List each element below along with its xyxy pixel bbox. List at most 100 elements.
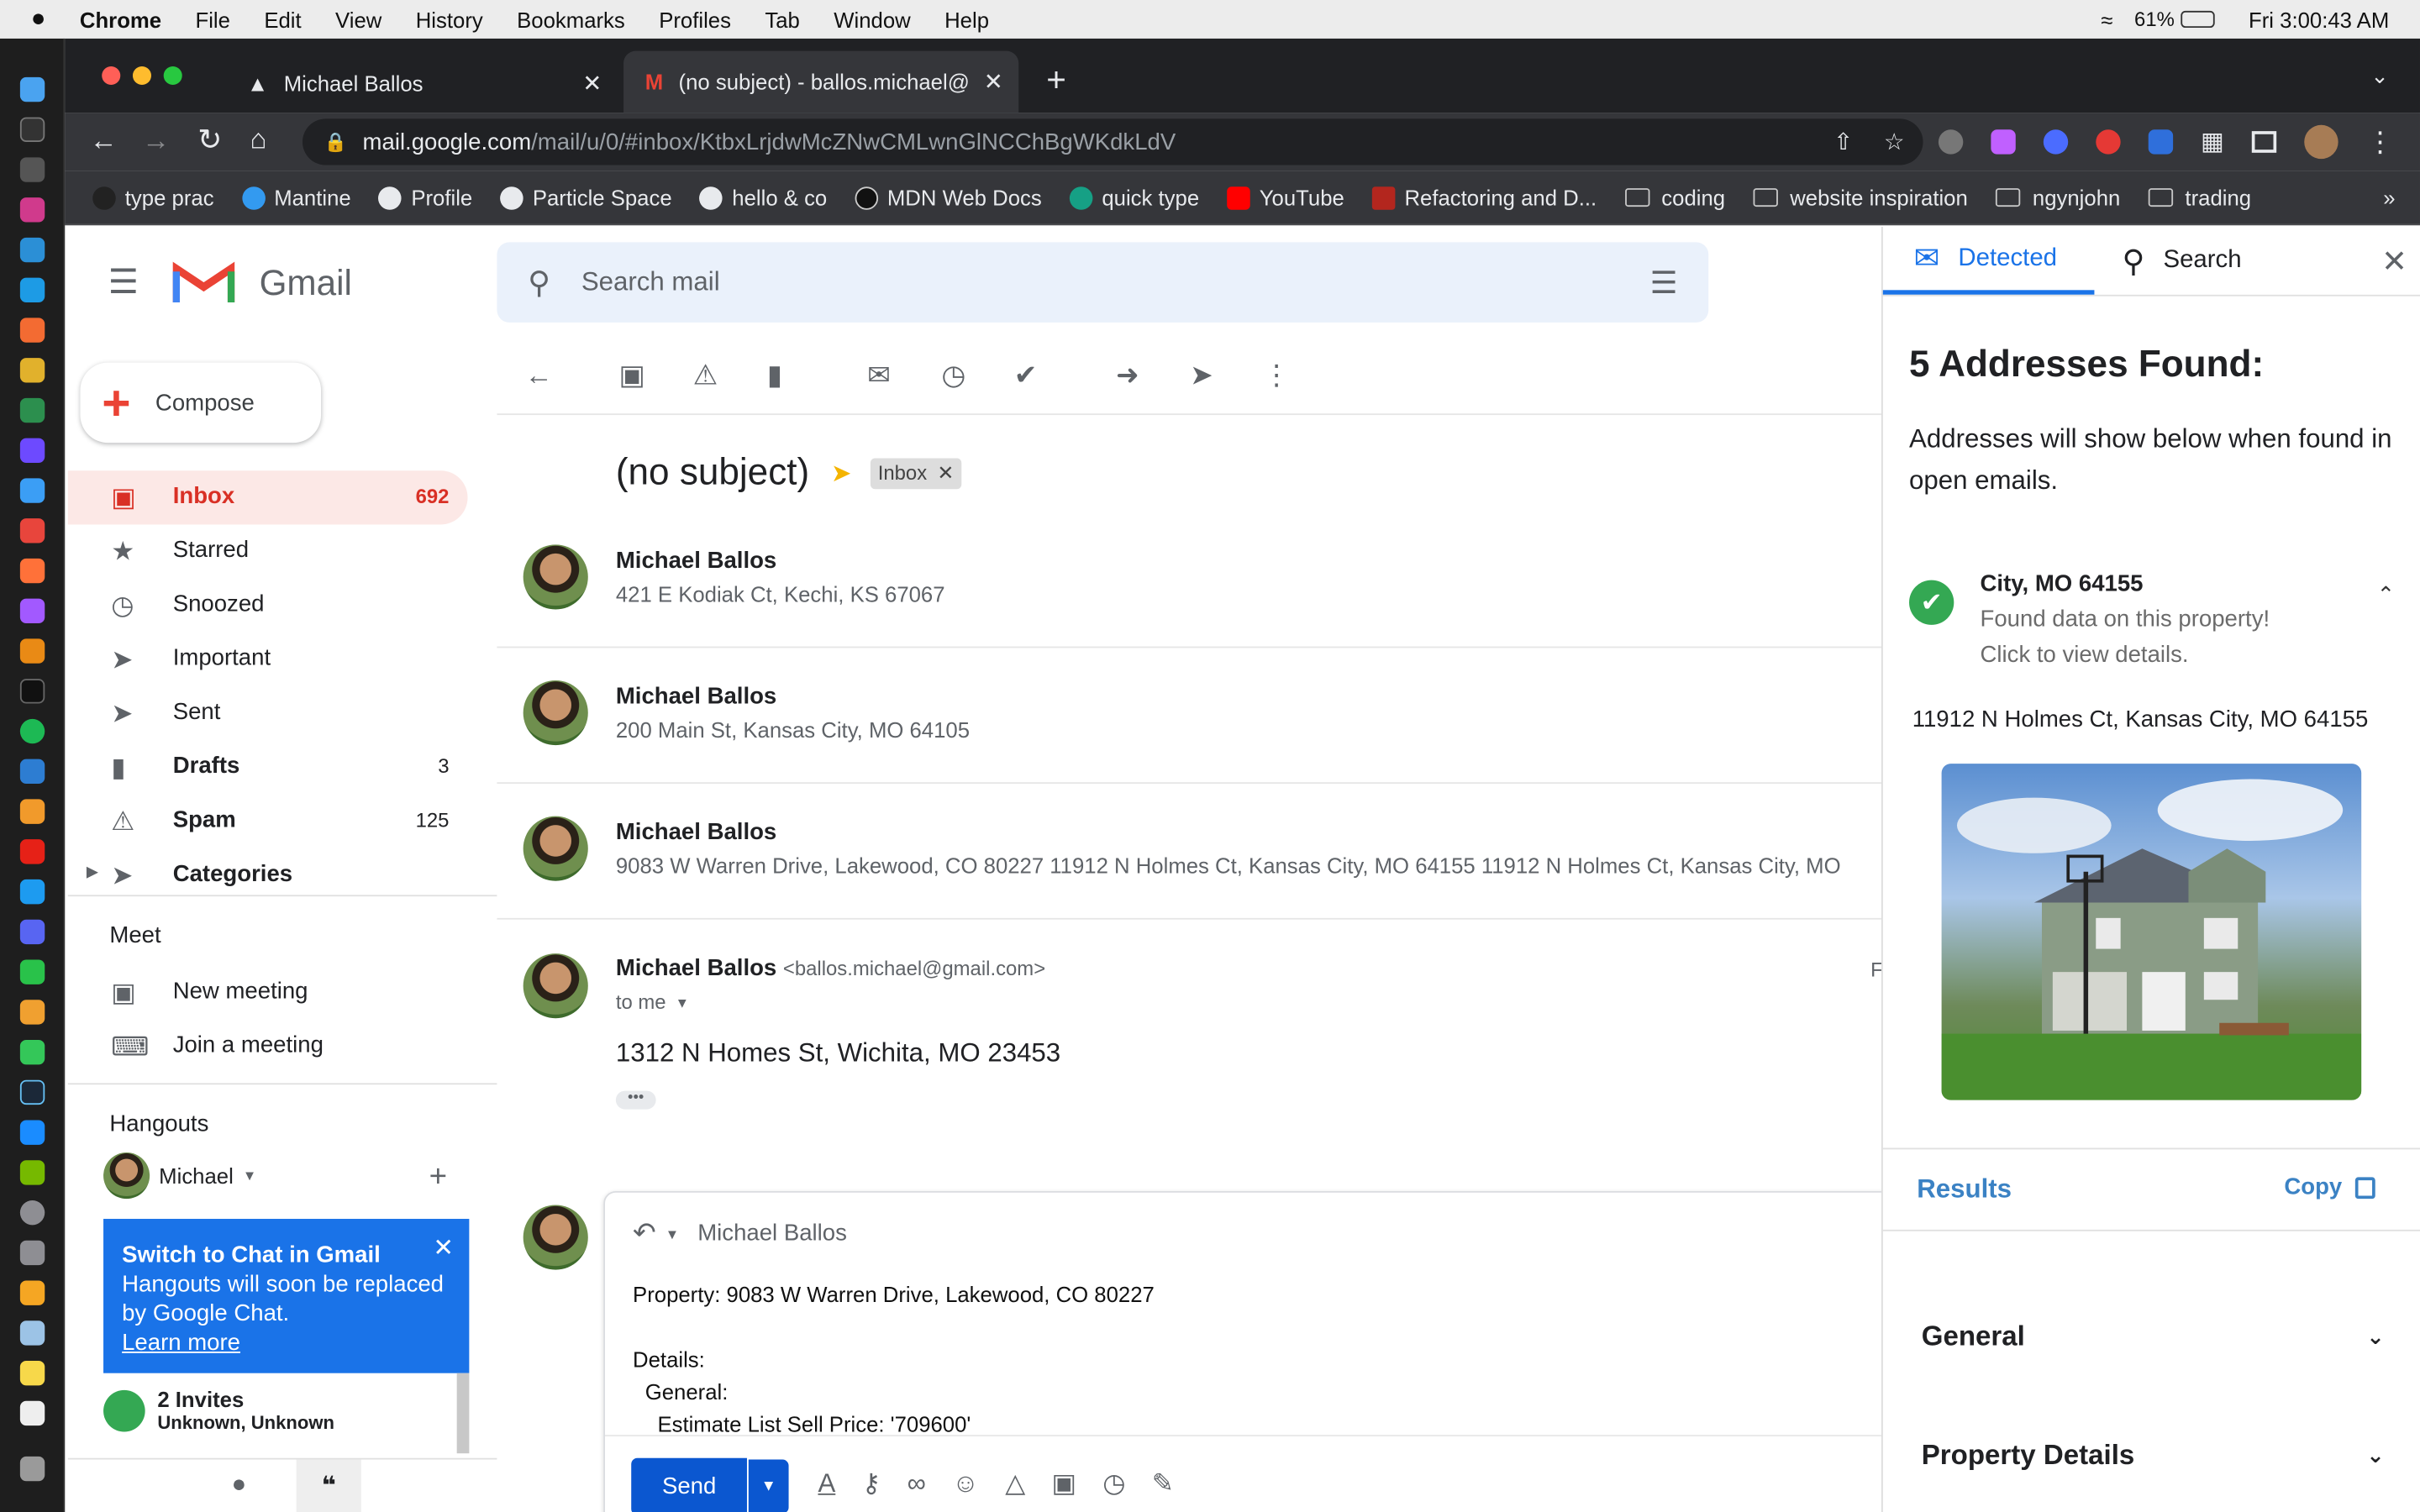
- bookmark-hello-co[interactable]: hello & co: [699, 185, 827, 210]
- attach-icon[interactable]: ⚷: [862, 1469, 881, 1500]
- chrome-icon[interactable]: [18, 518, 45, 543]
- more-options-icon[interactable]: ⋮: [1262, 360, 1290, 392]
- maps-icon[interactable]: [18, 397, 45, 423]
- bookmarks-overflow-icon[interactable]: »: [2383, 185, 2395, 209]
- address-card[interactable]: ✔ City, MO 64155 Found data on this prop…: [1883, 551, 2420, 690]
- gmail-logo-icon[interactable]: [171, 260, 236, 306]
- move-to-icon[interactable]: ➜: [1116, 360, 1139, 392]
- extension-layers-icon[interactable]: [2148, 129, 2174, 155]
- reply-recipient[interactable]: Michael Ballos: [697, 1221, 847, 1247]
- steam-icon[interactable]: [18, 1079, 45, 1105]
- search-icon[interactable]: ⚲: [528, 263, 550, 302]
- tab-close-icon[interactable]: ✕: [582, 70, 602, 97]
- address-bar[interactable]: 🔒 mail.google.com /mail/u/0/#inbox/KtbxL…: [302, 118, 1923, 165]
- search-bar[interactable]: ⚲ Search mail ☰: [497, 242, 1709, 323]
- youtube-icon[interactable]: [18, 839, 45, 864]
- tab-close-icon[interactable]: ✕: [984, 68, 1003, 96]
- reply-type-caret-icon[interactable]: ▼: [666, 1226, 679, 1241]
- invites-row[interactable]: 2 Invites Unknown, Unknown: [103, 1383, 457, 1438]
- tab-search-chevron-icon[interactable]: ⌄: [2370, 63, 2389, 89]
- photo-icon[interactable]: ▣: [1051, 1469, 1076, 1500]
- intellij-icon[interactable]: [18, 197, 45, 223]
- emoji-icon[interactable]: ☺: [952, 1469, 979, 1500]
- section-property-details[interactable]: Property Details ⌄: [1922, 1435, 2385, 1475]
- remove-label-icon[interactable]: ✕: [937, 461, 954, 485]
- messages-icon[interactable]: [18, 1039, 45, 1065]
- bookmark-star-icon[interactable]: ☆: [1884, 128, 1905, 155]
- help-icon[interactable]: [18, 157, 45, 182]
- slack-icon[interactable]: [18, 358, 45, 383]
- snooze-icon[interactable]: ◷: [941, 360, 965, 392]
- section-general[interactable]: General ⌄: [1922, 1316, 2385, 1357]
- nav-important[interactable]: ➤ Important: [68, 633, 468, 686]
- menubar-clock[interactable]: Fri 3:00:43 AM: [2249, 7, 2389, 31]
- message-collapsed[interactable]: Michael Ballos 200 Main St, Kansas City,…: [497, 648, 1883, 785]
- reply-icon[interactable]: ↶: [633, 1217, 656, 1250]
- share-icon[interactable]: ⇧: [1833, 128, 1853, 155]
- show-trimmed-icon[interactable]: •••: [615, 1090, 656, 1110]
- send-button[interactable]: Send: [631, 1457, 748, 1512]
- send-options-caret-icon[interactable]: ▼: [748, 1458, 789, 1512]
- postman-icon[interactable]: [18, 318, 45, 343]
- bookmark-folder-coding[interactable]: coding: [1624, 185, 1725, 210]
- message-collapsed[interactable]: Michael Ballos 421 E Kodiak Ct, Kechi, K…: [497, 512, 1883, 648]
- nvidia-icon[interactable]: [18, 1160, 45, 1185]
- copy-button[interactable]: Copy: [2284, 1174, 2375, 1200]
- nav-snoozed[interactable]: ◷ Snoozed: [68, 579, 468, 633]
- extension-moon-icon[interactable]: [1938, 129, 1964, 155]
- label-as-icon[interactable]: ➤: [1190, 360, 1213, 392]
- bookmark-folder-trading[interactable]: trading: [2148, 185, 2251, 210]
- apple-icon[interactable]: ●: [31, 5, 46, 33]
- caret-down-icon[interactable]: ▼: [243, 1168, 256, 1183]
- safari-icon[interactable]: [18, 478, 45, 503]
- nav-starred[interactable]: ★ Starred: [68, 524, 468, 578]
- discord-icon[interactable]: [18, 919, 45, 945]
- menu-tab[interactable]: Tab: [765, 7, 799, 31]
- banner-learn-more-link[interactable]: Learn more: [122, 1328, 450, 1357]
- bookmark-refactoring[interactable]: Refactoring and D...: [1371, 185, 1597, 210]
- nav-sent[interactable]: ➤ Sent: [68, 686, 468, 740]
- sketch-icon[interactable]: [18, 759, 45, 785]
- textedit-icon[interactable]: [18, 1400, 45, 1426]
- tab-gmail[interactable]: M (no subject) - ballos.michael@ ✕: [623, 50, 1019, 113]
- menu-help[interactable]: Help: [944, 7, 989, 31]
- reply-body[interactable]: Property: 9083 W Warren Drive, Lakewood,…: [633, 1279, 1155, 1441]
- bookmark-particle-space[interactable]: Particle Space: [500, 185, 672, 210]
- trash-icon[interactable]: [18, 1456, 45, 1482]
- books-icon[interactable]: [18, 799, 45, 824]
- expand-arrow-icon[interactable]: ▶: [87, 864, 98, 881]
- profile-avatar[interactable]: [2304, 124, 2338, 160]
- menu-bookmarks[interactable]: Bookmarks: [517, 7, 625, 31]
- meet-new-meeting[interactable]: ▣ New meeting: [68, 966, 468, 1020]
- bookmark-folder-ngynjohn[interactable]: ngynjohn: [1995, 185, 2120, 210]
- search-options-icon[interactable]: ☰: [1650, 263, 1678, 302]
- confidential-icon[interactable]: ◷: [1102, 1469, 1125, 1500]
- terminal-icon[interactable]: [18, 117, 45, 142]
- twitter-icon[interactable]: [18, 879, 45, 905]
- compose-button[interactable]: + Compose: [80, 362, 322, 444]
- preview-icon[interactable]: [18, 1320, 45, 1346]
- menu-app-name[interactable]: Chrome: [80, 7, 161, 31]
- bookmark-type-prac[interactable]: type prac: [92, 185, 214, 210]
- nav-inbox[interactable]: ▣ Inbox 692: [67, 470, 468, 525]
- home-icon[interactable]: ⌂: [250, 123, 267, 156]
- importance-marker-icon[interactable]: ➤: [831, 459, 852, 490]
- prompt-icon[interactable]: [18, 638, 45, 664]
- panel-close-icon[interactable]: ✕: [2381, 242, 2407, 281]
- bookmark-mdn[interactable]: MDN Web Docs: [855, 185, 1042, 210]
- tab-michael-ballos[interactable]: ▲ Michael Ballos ✕: [225, 57, 618, 109]
- bookmark-mantine[interactable]: Mantine: [241, 185, 351, 210]
- menu-window[interactable]: Window: [834, 7, 910, 31]
- appstore-icon[interactable]: [18, 1120, 45, 1145]
- search-input[interactable]: Search mail: [581, 267, 720, 298]
- maximize-window-button[interactable]: [163, 66, 182, 86]
- bookmark-youtube[interactable]: YouTube: [1227, 185, 1344, 210]
- side-panel-icon[interactable]: [2252, 131, 2277, 153]
- back-to-inbox-icon[interactable]: ←: [524, 360, 552, 392]
- bookmark-quick-type[interactable]: quick type: [1069, 185, 1199, 210]
- extension-gradient-icon[interactable]: [1991, 129, 2016, 155]
- hangouts-user[interactable]: Michael ▼: [103, 1151, 256, 1200]
- facetime-icon[interactable]: [18, 959, 45, 984]
- hangouts-quote-icon[interactable]: ❝: [296, 1459, 361, 1512]
- forward-icon[interactable]: →: [142, 125, 170, 158]
